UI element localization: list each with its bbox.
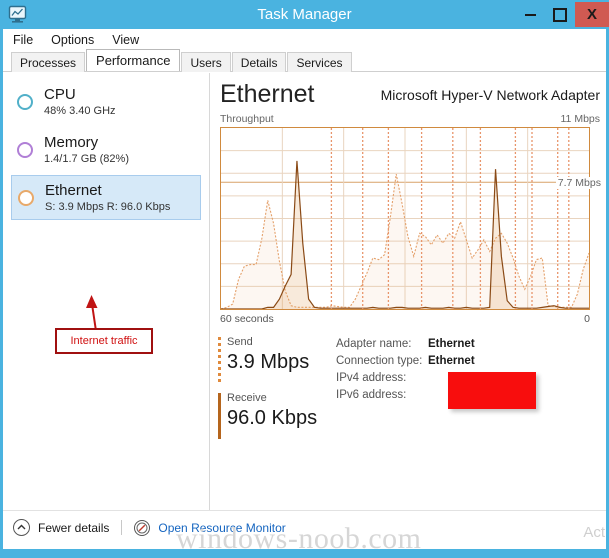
window-controls: X — [515, 2, 609, 27]
minimize-button[interactable] — [515, 2, 545, 27]
panel-header: Ethernet Microsoft Hyper-V Network Adapt… — [220, 79, 600, 109]
activate-windows-text: Act — [583, 524, 605, 541]
sidebar-item-cpu-label: CPU — [44, 85, 76, 103]
minimize-icon — [524, 13, 536, 16]
throughput-graph — [220, 127, 590, 310]
memory-status-circle-icon — [17, 141, 33, 158]
tab-processes[interactable]: Processes — [11, 52, 86, 72]
sidebar-item-ethernet[interactable]: Ethernet S: 3.9 Mbps R: 96.0 Kbps — [11, 175, 201, 220]
task-manager-window: Task Manager X File Options View Process… — [0, 0, 609, 551]
throughput-label: Throughput — [220, 113, 274, 125]
tab-performance[interactable]: Performance — [86, 49, 181, 71]
ethernet-status-circle-icon — [18, 189, 34, 206]
title-bar: Task Manager X — [0, 0, 609, 29]
graph-axis-labels: 60 seconds 0 — [220, 313, 590, 327]
send-stat: Send 3.9 Mbps — [218, 335, 310, 383]
send-color-bar-icon — [218, 337, 221, 383]
client-area: File Options View Processes Performance … — [3, 29, 606, 549]
page-title: Ethernet — [220, 80, 315, 108]
sidebar-item-cpu[interactable]: CPU 48% 3.40 GHz — [11, 79, 201, 124]
send-label: Send — [227, 336, 253, 348]
info-row: Connection type: Ethernet — [336, 352, 602, 369]
annotation-label: Internet traffic — [70, 335, 138, 347]
receive-stat: Receive 96.0 Kbps — [218, 391, 318, 439]
resource-sidebar: CPU 48% 3.40 GHz Memory 1.4/1.7 GB (82%)… — [3, 73, 210, 510]
tab-services[interactable]: Services — [287, 52, 352, 72]
receive-label: Receive — [227, 392, 267, 404]
close-icon: X — [586, 6, 597, 23]
ethernet-detail-panel: Ethernet Microsoft Hyper-V Network Adapt… — [210, 73, 606, 510]
annotation-arrow-icon — [83, 295, 105, 332]
axis-label-right: 0 — [584, 313, 590, 325]
annotation-box: Internet traffic — [55, 328, 153, 354]
graph-top-labels: Throughput 11 Mbps — [220, 113, 600, 127]
menu-item-view[interactable]: View — [112, 33, 139, 47]
ipv6-address-key: IPv6 address: — [336, 388, 407, 401]
redaction-overlay — [448, 372, 536, 409]
menu-item-file[interactable]: File — [13, 33, 33, 47]
watermark: windows-noob.com — [176, 522, 422, 555]
connection-type-value: Ethernet — [428, 354, 475, 367]
adapter-info-list: Adapter name: Ethernet Connection type: … — [336, 335, 602, 409]
maximize-icon — [553, 7, 567, 22]
graph-marker-label: 7.7 Mbps — [555, 177, 603, 189]
sidebar-item-memory[interactable]: Memory 1.4/1.7 GB (82%) — [11, 127, 201, 172]
ipv4-address-key: IPv4 address: — [336, 371, 407, 384]
receive-color-bar-icon — [218, 393, 221, 439]
menu-item-options[interactable]: Options — [51, 33, 94, 47]
resource-monitor-icon[interactable] — [134, 519, 151, 536]
adapter-name-value: Ethernet — [428, 337, 475, 350]
axis-label-left: 60 seconds — [220, 313, 274, 325]
tab-users[interactable]: Users — [181, 52, 231, 72]
stats-area: Send 3.9 Mbps Receive 96.0 Kbps Adapter … — [218, 335, 604, 445]
tab-details[interactable]: Details — [231, 52, 287, 72]
adapter-name-key: Adapter name: — [336, 337, 412, 350]
graph-max-label: 11 Mbps — [560, 113, 601, 125]
connection-type-key: Connection type: — [336, 354, 423, 367]
maximize-button[interactable] — [545, 2, 575, 27]
sidebar-item-ethernet-label: Ethernet — [45, 181, 102, 199]
sidebar-item-cpu-sublabel: 48% 3.40 GHz — [44, 104, 116, 117]
performance-body: CPU 48% 3.40 GHz Memory 1.4/1.7 GB (82%)… — [3, 73, 606, 510]
adapter-subtitle: Microsoft Hyper-V Network Adapter — [380, 87, 600, 103]
menu-bar: File Options View — [3, 29, 606, 51]
chevron-up-icon[interactable] — [13, 519, 30, 536]
info-row: Adapter name: Ethernet — [336, 335, 602, 352]
close-button[interactable]: X — [575, 2, 609, 27]
tab-strip: Processes Performance Users Details Serv… — [3, 49, 606, 72]
receive-value: 96.0 Kbps — [227, 407, 318, 429]
send-value: 3.9 Mbps — [227, 351, 310, 373]
cpu-status-circle-icon — [17, 93, 33, 110]
sidebar-item-memory-sublabel: 1.4/1.7 GB (82%) — [44, 152, 129, 165]
throughput-chart — [221, 128, 589, 309]
fewer-details-button[interactable]: Fewer details — [38, 521, 109, 535]
footer-divider — [121, 520, 123, 535]
sidebar-item-memory-label: Memory — [44, 133, 99, 151]
sidebar-item-ethernet-sublabel: S: 3.9 Mbps R: 96.0 Kbps — [45, 200, 171, 213]
